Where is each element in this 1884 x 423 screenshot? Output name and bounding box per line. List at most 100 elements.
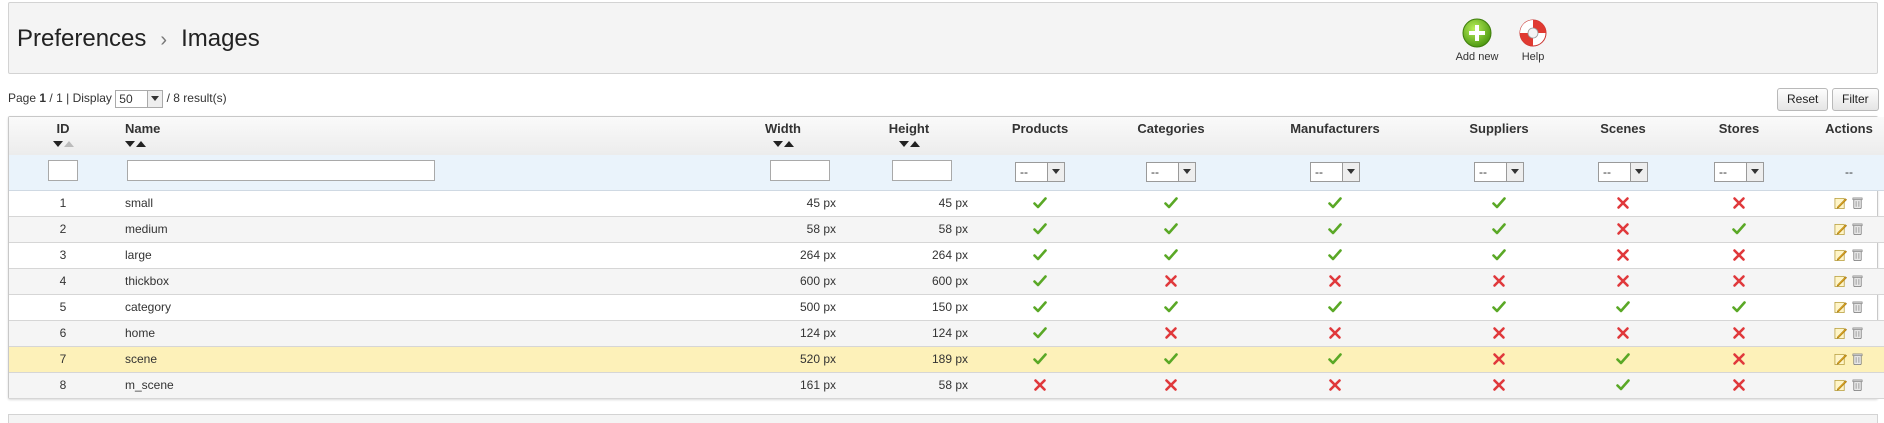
table-row[interactable]: 6 home 124 px 124 px — [9, 320, 1884, 347]
trash-icon[interactable] — [1851, 326, 1864, 340]
trash-icon[interactable] — [1851, 352, 1864, 366]
green-check-icon[interactable] — [1033, 326, 1047, 340]
red-cross-icon[interactable] — [1732, 274, 1746, 288]
red-cross-icon[interactable] — [1732, 196, 1746, 210]
pencil-icon[interactable] — [1834, 300, 1847, 314]
green-check-icon[interactable] — [1732, 300, 1746, 314]
green-check-icon[interactable] — [1616, 378, 1630, 392]
red-cross-icon[interactable] — [1616, 248, 1630, 262]
red-cross-icon[interactable] — [1732, 248, 1746, 262]
add-new-button[interactable]: Add new — [1447, 17, 1507, 63]
filter-id-input[interactable] — [48, 160, 78, 182]
green-check-icon[interactable] — [1164, 248, 1178, 262]
green-check-icon[interactable] — [1033, 196, 1047, 210]
sort-desc-icon[interactable] — [898, 140, 909, 147]
green-check-icon[interactable] — [1033, 300, 1047, 314]
green-check-icon[interactable] — [1492, 248, 1506, 262]
green-check-icon[interactable] — [1616, 352, 1630, 366]
green-check-icon[interactable] — [1492, 222, 1506, 236]
red-cross-icon[interactable] — [1164, 326, 1178, 340]
red-cross-icon[interactable] — [1033, 378, 1047, 392]
red-cross-icon[interactable] — [1492, 326, 1506, 340]
sort-desc-icon[interactable] — [772, 140, 783, 147]
red-cross-icon[interactable] — [1164, 378, 1178, 392]
filter-width-input[interactable] — [770, 160, 830, 182]
red-cross-icon[interactable] — [1616, 274, 1630, 288]
sort-asc-icon[interactable] — [136, 140, 146, 147]
red-cross-icon[interactable] — [1732, 378, 1746, 392]
green-check-icon[interactable] — [1164, 196, 1178, 210]
green-check-icon[interactable] — [1033, 352, 1047, 366]
green-check-icon[interactable] — [1328, 222, 1342, 236]
trash-icon[interactable] — [1851, 248, 1864, 262]
sort-asc-icon[interactable] — [783, 140, 794, 147]
sort-desc-icon[interactable] — [52, 140, 63, 147]
trash-icon[interactable] — [1851, 196, 1864, 210]
table-row[interactable]: 3 large 264 px 264 px — [9, 242, 1884, 269]
green-check-icon[interactable] — [1164, 222, 1178, 236]
red-cross-icon[interactable] — [1492, 378, 1506, 392]
help-button[interactable]: Help — [1503, 17, 1563, 63]
trash-icon[interactable] — [1851, 378, 1864, 392]
red-cross-icon[interactable] — [1164, 274, 1178, 288]
red-cross-icon[interactable] — [1616, 196, 1630, 210]
red-cross-icon[interactable] — [1616, 326, 1630, 340]
green-check-icon[interactable] — [1616, 300, 1630, 314]
sort-desc-icon[interactable] — [125, 140, 135, 147]
pencil-icon[interactable] — [1834, 196, 1847, 210]
red-cross-icon[interactable] — [1492, 274, 1506, 288]
filter-name-input[interactable] — [127, 160, 435, 182]
table-row[interactable]: 5 category 500 px 150 px — [9, 294, 1884, 321]
trash-icon[interactable] — [1851, 300, 1864, 314]
green-check-icon[interactable] — [1164, 300, 1178, 314]
filter-manufacturers-select[interactable]: -- — [1310, 162, 1360, 183]
filter-height-input[interactable] — [892, 160, 952, 182]
green-check-icon[interactable] — [1732, 222, 1746, 236]
filter-categories-value: -- — [1151, 165, 1159, 180]
red-cross-icon[interactable] — [1616, 222, 1630, 236]
trash-icon[interactable] — [1851, 274, 1864, 288]
cell-height: 150 px — [843, 294, 975, 321]
table-row[interactable]: 2 medium 58 px 58 px — [9, 216, 1884, 243]
filter-button[interactable]: Filter — [1832, 88, 1879, 111]
red-cross-icon[interactable] — [1732, 352, 1746, 366]
filter-stores-select[interactable]: -- — [1714, 162, 1764, 183]
red-cross-icon[interactable] — [1732, 326, 1746, 340]
reset-button[interactable]: Reset — [1777, 88, 1829, 111]
red-cross-icon[interactable] — [1328, 326, 1342, 340]
table-row[interactable]: 4 thickbox 600 px 600 px — [9, 268, 1884, 295]
pencil-icon[interactable] — [1834, 248, 1847, 262]
pencil-icon[interactable] — [1834, 352, 1847, 366]
green-check-icon[interactable] — [1033, 274, 1047, 288]
green-check-icon[interactable] — [1328, 300, 1342, 314]
green-check-icon[interactable] — [1328, 248, 1342, 262]
page-total[interactable]: 1 — [56, 91, 63, 105]
red-cross-icon[interactable] — [1492, 352, 1506, 366]
green-check-icon[interactable] — [1328, 352, 1342, 366]
pencil-icon[interactable] — [1834, 222, 1847, 236]
pencil-icon[interactable] — [1834, 326, 1847, 340]
green-check-icon[interactable] — [1033, 222, 1047, 236]
green-check-icon[interactable] — [1492, 300, 1506, 314]
page-current: 1 — [39, 91, 47, 106]
green-check-icon[interactable] — [1328, 196, 1342, 210]
table-row[interactable]: 1 small 45 px 45 px — [9, 190, 1884, 217]
filter-suppliers-select[interactable]: -- — [1474, 162, 1524, 183]
per-page-select[interactable]: 50 — [115, 90, 164, 108]
sort-asc-icon[interactable] — [909, 140, 920, 147]
pencil-icon[interactable] — [1834, 274, 1847, 288]
breadcrumb-parent[interactable]: Preferences — [17, 25, 146, 52]
table-row[interactable]: 8 m_scene 161 px 58 px — [9, 372, 1884, 399]
filter-scenes-select[interactable]: -- — [1598, 162, 1648, 183]
filter-products-select[interactable]: -- — [1015, 162, 1065, 183]
green-check-icon[interactable] — [1033, 248, 1047, 262]
green-check-icon[interactable] — [1164, 352, 1178, 366]
trash-icon[interactable] — [1851, 222, 1864, 236]
red-cross-icon[interactable] — [1328, 378, 1342, 392]
green-check-icon[interactable] — [1492, 196, 1506, 210]
table-row[interactable]: 7 scene 520 px 189 px — [9, 346, 1884, 373]
pencil-icon[interactable] — [1834, 378, 1847, 392]
red-cross-icon[interactable] — [1328, 274, 1342, 288]
sort-asc-icon[interactable] — [63, 140, 74, 147]
filter-categories-select[interactable]: -- — [1146, 162, 1196, 183]
